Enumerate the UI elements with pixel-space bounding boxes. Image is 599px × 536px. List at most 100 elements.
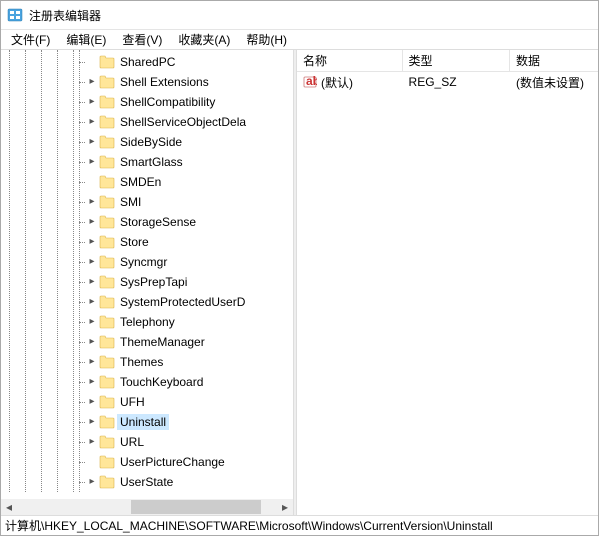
menu-favorites[interactable]: 收藏夹(A) bbox=[170, 29, 238, 50]
folder-icon bbox=[99, 55, 115, 69]
expand-arrow-icon[interactable]: ▸ bbox=[87, 257, 97, 267]
folder-icon bbox=[99, 215, 115, 229]
folder-icon bbox=[99, 255, 115, 269]
list-header: 名称 类型 数据 bbox=[297, 50, 598, 72]
expand-arrow-icon[interactable]: ▸ bbox=[87, 377, 97, 387]
folder-icon bbox=[99, 195, 115, 209]
tree-item[interactable]: ▸ TouchKeyboard bbox=[1, 372, 293, 392]
expand-arrow-icon[interactable]: ▸ bbox=[87, 437, 97, 447]
expand-arrow-icon[interactable]: ▸ bbox=[87, 417, 97, 427]
tree-item-label: Telephony bbox=[117, 314, 178, 330]
expand-arrow-icon[interactable]: ▸ bbox=[87, 157, 97, 167]
menu-edit[interactable]: 编辑(E) bbox=[58, 29, 114, 50]
expand-arrow-icon[interactable]: ▸ bbox=[87, 197, 97, 207]
title-bar: 注册表编辑器 bbox=[1, 1, 598, 29]
expand-arrow-icon[interactable]: ▸ bbox=[87, 277, 97, 287]
expand-arrow-icon[interactable]: ▸ bbox=[87, 297, 97, 307]
tree-item[interactable]: ▸ UFH bbox=[1, 392, 293, 412]
column-type[interactable]: 类型 bbox=[403, 50, 511, 71]
tree-item-label: StorageSense bbox=[117, 214, 199, 230]
tree-item[interactable]: ▸ SideBySide bbox=[1, 132, 293, 152]
folder-icon bbox=[99, 75, 115, 89]
tree-item-label: ShellCompatibility bbox=[117, 94, 218, 110]
tree-item[interactable]: ▸ Store bbox=[1, 232, 293, 252]
expand-arrow-icon[interactable]: ▸ bbox=[87, 317, 97, 327]
content-area: SharedPC ▸ Shell Extensions ▸ ShellCompatibi… bbox=[1, 49, 598, 515]
column-name-label: 名称 bbox=[303, 52, 327, 69]
tree-item[interactable]: ▸Uninstall bbox=[1, 412, 293, 432]
tree-item[interactable]: ▸ThemeManager bbox=[1, 332, 293, 352]
tree-item[interactable]: ▸Themes bbox=[1, 352, 293, 372]
tree-item-label: SideBySide bbox=[117, 134, 185, 150]
tree-item-label: UserPictureChange bbox=[117, 454, 228, 470]
tree-item[interactable]: SharedPC bbox=[1, 52, 293, 72]
tree-item-label: SMDEn bbox=[117, 174, 164, 190]
expand-arrow-icon[interactable]: ▸ bbox=[87, 137, 97, 147]
tree-item[interactable]: ▸ShellServiceObjectDela bbox=[1, 112, 293, 132]
folder-icon bbox=[99, 315, 115, 329]
expand-arrow-icon[interactable]: ▸ bbox=[87, 217, 97, 227]
list-row[interactable]: ab(默认)REG_SZ(数值未设置) bbox=[297, 72, 598, 92]
tree-item[interactable]: ▸Syncmgr bbox=[1, 252, 293, 272]
menu-view[interactable]: 查看(V) bbox=[114, 29, 170, 50]
tree-item[interactable]: ▸URL bbox=[1, 432, 293, 452]
tree-item-label: UserState bbox=[117, 474, 176, 490]
blank-icon bbox=[87, 457, 97, 467]
folder-icon bbox=[99, 175, 115, 189]
scroll-left-button[interactable]: ◂ bbox=[1, 499, 17, 515]
tree-item[interactable]: ▸ UserState bbox=[1, 472, 293, 492]
expand-arrow-icon[interactable]: ▸ bbox=[87, 397, 97, 407]
values-pane: 名称 类型 数据 ab(默认)REG_SZ(数值未设置) bbox=[297, 50, 598, 515]
svg-text:ab: ab bbox=[306, 75, 317, 88]
tree-item-label: SMI bbox=[117, 194, 144, 210]
folder-icon bbox=[99, 235, 115, 249]
scroll-thumb[interactable] bbox=[131, 500, 261, 514]
expand-arrow-icon[interactable]: ▸ bbox=[87, 237, 97, 247]
folder-icon bbox=[99, 375, 115, 389]
menu-bar: 文件(F) 编辑(E) 查看(V) 收藏夹(A) 帮助(H) bbox=[1, 29, 598, 49]
tree-item[interactable]: ▸ Shell Extensions bbox=[1, 72, 293, 92]
tree-scroll[interactable]: SharedPC ▸ Shell Extensions ▸ ShellCompatibi… bbox=[1, 50, 293, 499]
scroll-right-button[interactable]: ▸ bbox=[277, 499, 293, 515]
column-data-label: 数据 bbox=[516, 52, 540, 69]
folder-icon bbox=[99, 335, 115, 349]
tree-item-label: SharedPC bbox=[117, 54, 178, 70]
tree-item-label: UFH bbox=[117, 394, 148, 410]
tree-item-label: TouchKeyboard bbox=[117, 374, 206, 390]
tree-hscrollbar[interactable]: ◂ ▸ bbox=[1, 499, 293, 515]
tree-item-label: Shell Extensions bbox=[117, 74, 212, 90]
tree-item[interactable]: ▸ SMI bbox=[1, 192, 293, 212]
expand-arrow-icon[interactable]: ▸ bbox=[87, 337, 97, 347]
string-value-icon: ab bbox=[303, 75, 317, 89]
expand-arrow-icon[interactable]: ▸ bbox=[87, 357, 97, 367]
tree-item[interactable]: ▸ SystemProtectedUserD bbox=[1, 292, 293, 312]
tree-item[interactable]: ▸SysPrepTapi bbox=[1, 272, 293, 292]
folder-icon bbox=[99, 395, 115, 409]
registry-tree: SharedPC ▸ Shell Extensions ▸ ShellCompatibi… bbox=[1, 50, 293, 492]
tree-item[interactable]: ▸SmartGlass bbox=[1, 152, 293, 172]
tree-item-label: Store bbox=[117, 234, 152, 250]
tree-item[interactable]: ▸ ShellCompatibility bbox=[1, 92, 293, 112]
list-body[interactable]: ab(默认)REG_SZ(数值未设置) bbox=[297, 72, 598, 515]
column-data[interactable]: 数据 bbox=[510, 50, 598, 71]
folder-icon bbox=[99, 475, 115, 489]
tree-item[interactable]: SMDEn bbox=[1, 172, 293, 192]
tree-item[interactable]: UserPictureChange bbox=[1, 452, 293, 472]
expand-arrow-icon[interactable]: ▸ bbox=[87, 477, 97, 487]
folder-icon bbox=[99, 295, 115, 309]
expand-arrow-icon[interactable]: ▸ bbox=[87, 117, 97, 127]
tree-item[interactable]: ▸ StorageSense bbox=[1, 212, 293, 232]
app-icon bbox=[7, 7, 23, 23]
column-name[interactable]: 名称 bbox=[297, 50, 403, 71]
tree-item-label: SystemProtectedUserD bbox=[117, 294, 248, 310]
expand-arrow-icon[interactable]: ▸ bbox=[87, 77, 97, 87]
status-path: 计算机\HKEY_LOCAL_MACHINE\SOFTWARE\Microsof… bbox=[5, 517, 493, 534]
expand-arrow-icon[interactable]: ▸ bbox=[87, 97, 97, 107]
menu-help[interactable]: 帮助(H) bbox=[238, 29, 295, 50]
folder-icon bbox=[99, 135, 115, 149]
window-title: 注册表编辑器 bbox=[29, 7, 101, 24]
status-bar: 计算机\HKEY_LOCAL_MACHINE\SOFTWARE\Microsof… bbox=[1, 515, 598, 535]
menu-file[interactable]: 文件(F) bbox=[3, 29, 58, 50]
tree-pane: SharedPC ▸ Shell Extensions ▸ ShellCompatibi… bbox=[1, 50, 293, 515]
tree-item[interactable]: ▸ Telephony bbox=[1, 312, 293, 332]
